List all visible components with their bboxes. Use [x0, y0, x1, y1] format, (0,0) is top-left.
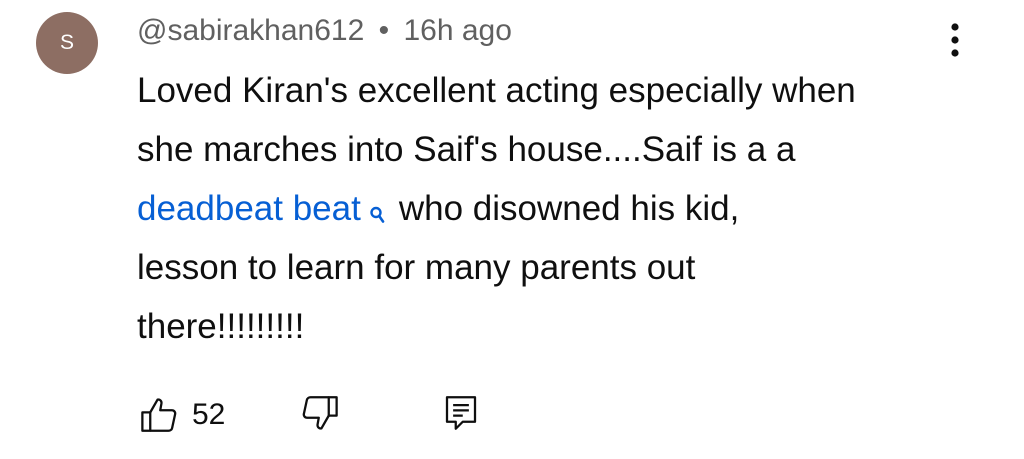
comment-line: there!!!!!!!!! [137, 307, 305, 346]
comment-line: lesson to learn for many parents out [137, 248, 696, 287]
header-separator: • [378, 14, 390, 47]
avatar[interactable]: S [36, 12, 98, 74]
author-handle[interactable]: @sabirakhan612 [137, 14, 364, 47]
like-count: 52 [192, 398, 226, 431]
comment-line: Loved Kiran's excellent acting especiall… [137, 71, 856, 110]
avatar-letter: S [59, 31, 74, 54]
more-options-button[interactable] [940, 20, 970, 60]
thumbs-up-icon [141, 398, 177, 432]
comment-header: @sabirakhan612 • 16h ago [137, 12, 512, 50]
search-link-label: deadbeat beat [137, 189, 361, 228]
comment-text: Loved Kiran's excellent acting especiall… [137, 61, 967, 356]
dislike-button[interactable] [299, 392, 341, 434]
comment-reply-icon [445, 396, 477, 430]
more-vertical-icon [951, 23, 959, 57]
comment-line: deadbeat beat who disowned his kid, [137, 179, 967, 238]
comment-line: she marches into Saif's house....Saif is… [137, 130, 796, 169]
search-icon [369, 183, 385, 242]
like-button[interactable]: 52 [138, 392, 225, 438]
reply-button[interactable] [440, 392, 482, 434]
search-link-term[interactable]: deadbeat beat [137, 189, 399, 228]
comment-timestamp[interactable]: 16h ago [403, 14, 511, 47]
comment-line-rest: who disowned his kid, [398, 189, 740, 228]
thumbs-down-icon [302, 396, 338, 430]
